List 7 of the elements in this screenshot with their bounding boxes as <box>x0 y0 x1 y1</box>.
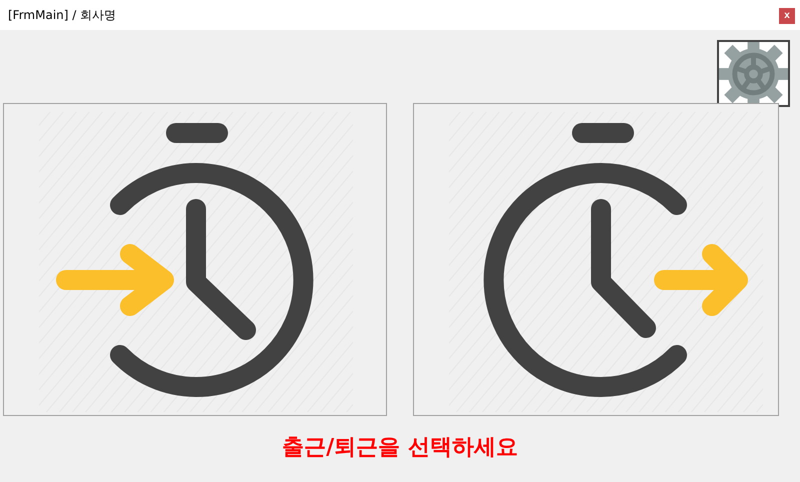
clock-in-button[interactable] <box>3 103 387 416</box>
close-button[interactable]: x <box>779 8 795 24</box>
settings-icon <box>719 42 788 106</box>
instruction-text: 출근/퇴근을 선택하세요 <box>282 434 518 462</box>
settings-button[interactable] <box>717 40 790 107</box>
clock-out-button[interactable] <box>413 103 779 416</box>
window-title: [FrmMain] / 회사명 <box>8 6 116 24</box>
